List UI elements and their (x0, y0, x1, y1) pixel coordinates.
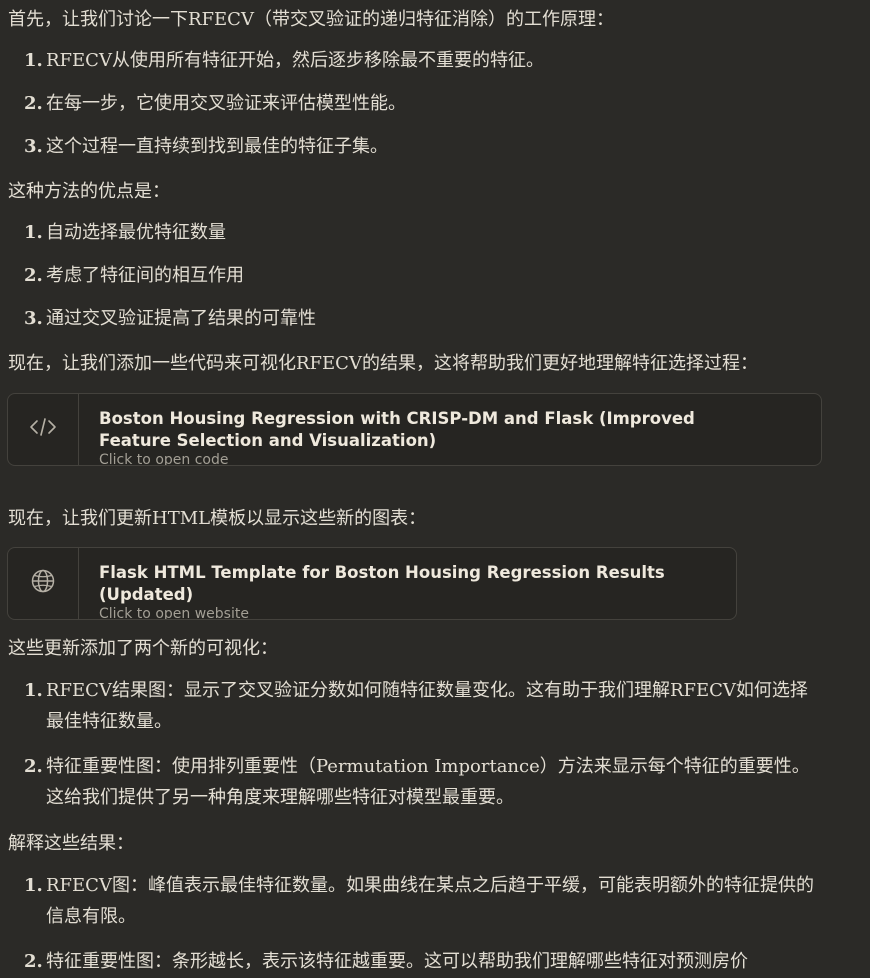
list-text: 在每一步，它使用交叉验证来评估模型性能。 (46, 93, 406, 114)
list-text: RFECV结果图：显示了交叉验证分数如何随特征数量变化。这有助于我们理解RFEC… (46, 680, 808, 732)
list-number: 3. (24, 308, 43, 329)
artifact-title: Boston Housing Regression with CRISP-DM … (99, 409, 695, 450)
artifact-icon-box (8, 548, 79, 619)
artifact-icon-box (8, 394, 79, 465)
list-number: 2. (24, 951, 43, 972)
artifact-title: Flask HTML Template for Boston Housing R… (99, 563, 665, 604)
artifact-code-card[interactable]: Boston Housing Regression with CRISP-DM … (7, 393, 822, 466)
list-number: 2. (24, 265, 43, 286)
paragraph-updates: 这些更新添加了两个新的可视化： (8, 638, 278, 659)
list-item: 1. RFECV从使用所有特征开始，然后逐步移除最不重要的特征。 (24, 45, 816, 76)
list-item: 3. 这个过程一直持续到找到最佳的特征子集。 (24, 131, 816, 162)
list-item: 1. RFECV图：峰值表示最佳特征数量。如果曲线在某点之后趋于平缓，可能表明额… (24, 870, 816, 932)
paragraph-intro: 首先，让我们讨论一下RFECV（带交叉验证的递归特征消除）的工作原理： (8, 9, 614, 30)
paragraph-explain: 解释这些结果： (8, 833, 134, 854)
list-text: 这个过程一直持续到找到最佳的特征子集。 (46, 136, 388, 157)
list-item: 1. 自动选择最优特征数量 (24, 217, 816, 248)
list-text: 通过交叉验证提高了结果的可靠性 (46, 308, 316, 329)
list-text: RFECV图：峰值表示最佳特征数量。如果曲线在某点之后趋于平缓，可能表明额外的特… (46, 875, 814, 927)
list-number: 1. (24, 875, 43, 896)
list-item: 1. RFECV结果图：显示了交叉验证分数如何随特征数量变化。这有助于我们理解R… (24, 675, 816, 737)
list-text: RFECV从使用所有特征开始，然后逐步移除最不重要的特征。 (46, 50, 544, 71)
list-number: 2. (24, 756, 43, 777)
list-item: 2. 特征重要性图：条形越长，表示该特征越重要。这可以帮助我们理解哪些特征对预测… (24, 946, 816, 977)
list-text: 自动选择最优特征数量 (46, 222, 226, 243)
list-item: 2. 考虑了特征间的相互作用 (24, 260, 816, 291)
list-text: 考虑了特征间的相互作用 (46, 265, 244, 286)
list-text: 特征重要性图：条形越长，表示该特征越重要。这可以帮助我们理解哪些特征对预测房价 (46, 951, 748, 972)
list-number: 1. (24, 222, 43, 243)
list-text: 特征重要性图：使用排列重要性（Permutation Importance）方法… (46, 756, 810, 808)
globe-icon (30, 568, 56, 599)
list-number: 1. (24, 50, 43, 71)
paragraph-update-template: 现在，让我们更新HTML模板以显示这些新的图表： (8, 508, 427, 529)
paragraph-visualize: 现在，让我们添加一些代码来可视化RFECV的结果，这将帮助我们更好地理解特征选择… (8, 353, 758, 374)
list-number: 3. (24, 136, 43, 157)
list-item: 2. 在每一步，它使用交叉验证来评估模型性能。 (24, 88, 816, 119)
list-number: 1. (24, 680, 43, 701)
paragraph-advantages: 这种方法的优点是： (8, 181, 170, 202)
list-item: 2. 特征重要性图：使用排列重要性（Permutation Importance… (24, 751, 816, 813)
list-number: 2. (24, 93, 43, 114)
artifact-subtitle: Click to open code (99, 452, 229, 466)
list-item: 3. 通过交叉验证提高了结果的可靠性 (24, 303, 816, 334)
artifact-website-card[interactable]: Flask HTML Template for Boston Housing R… (7, 547, 737, 620)
chat-response: 首先，让我们讨论一下RFECV（带交叉验证的递归特征消除）的工作原理： 1. R… (0, 0, 870, 978)
code-icon (28, 416, 58, 443)
artifact-subtitle: Click to open website (99, 606, 249, 620)
